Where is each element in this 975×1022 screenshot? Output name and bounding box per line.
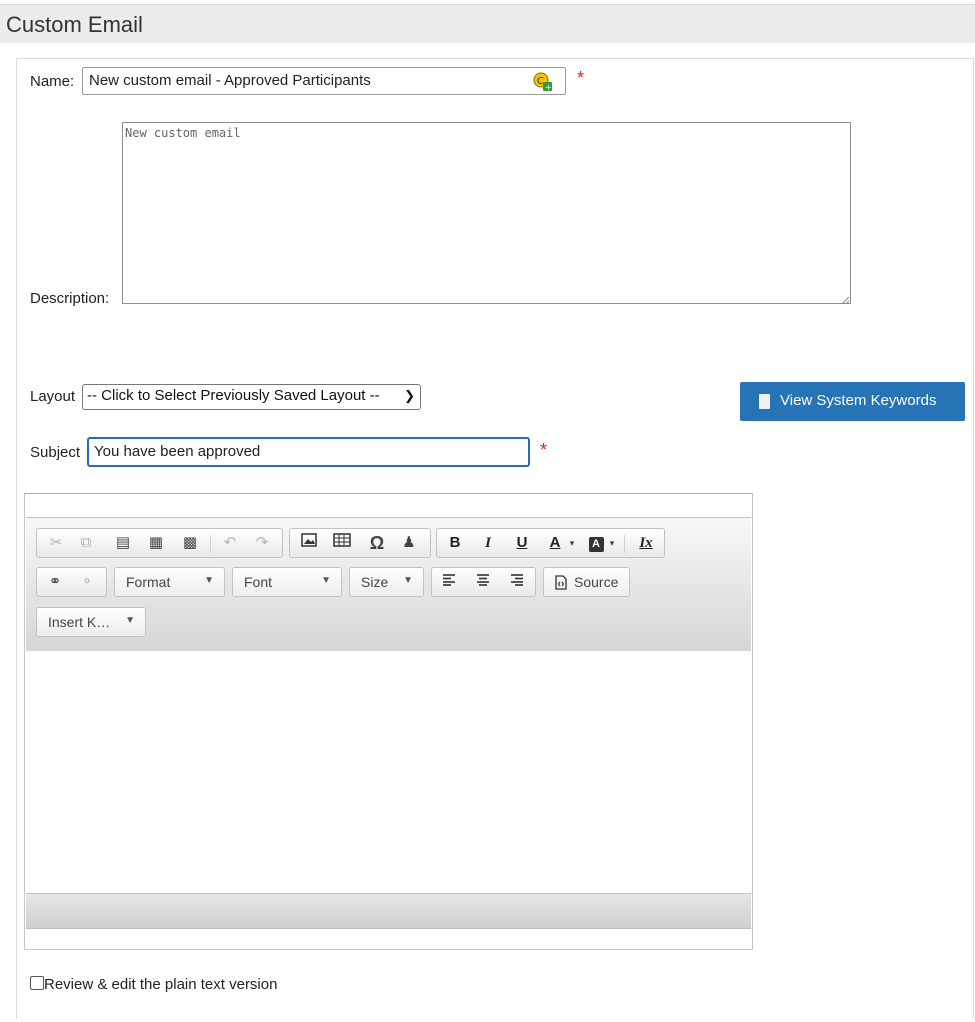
layout-select[interactable]: -- Click to Select Previously Saved Layo… [82,384,421,410]
link-group: ⚭ ⚬ [36,567,107,597]
name-required-mark: * [577,68,585,88]
editor-status-bar [26,893,751,929]
italic-icon[interactable]: I [477,533,499,553]
font-combo[interactable]: Font ▼ [232,567,342,597]
insert-group: Ω ♟ [289,528,431,558]
source-icon [554,575,568,593]
size-combo-label: Size [361,574,389,590]
chevron-down-icon: ❯ [404,388,415,403]
source-button[interactable]: Source [543,567,630,597]
view-system-keywords-label: View System Keywords [780,392,937,409]
name-label: Name: [30,73,75,90]
font-combo-label: Font [244,574,273,590]
page-title: Custom Email [6,12,143,37]
paste-text-icon[interactable]: ▦ [145,533,167,553]
link-icon[interactable]: ⚭ [44,572,66,592]
table-icon[interactable] [331,533,353,553]
document-icon [759,394,770,409]
translate-icon[interactable]: C + [533,72,553,92]
copy-icon[interactable]: ⧉ [75,533,97,553]
undo-icon[interactable]: ↶ [219,533,241,553]
chevron-down-icon: ▼ [403,575,413,586]
editor-content-area[interactable] [26,651,751,893]
anchor-icon[interactable]: ♟ [398,533,420,553]
paste-icon[interactable]: ▤ [112,533,134,553]
image-icon[interactable] [298,533,320,553]
align-right-icon[interactable] [506,572,528,592]
description-label: Description: [30,290,110,307]
page-header: Custom Email [0,4,975,43]
insert-keyword-combo[interactable]: Insert K… ▼ [36,607,146,637]
chevron-down-icon: ▼ [125,615,135,626]
special-char-icon[interactable]: Ω [366,533,388,553]
chevron-down-icon: ▼ [204,575,214,586]
toolbar-separator [210,535,211,553]
align-center-icon[interactable] [472,572,494,592]
underline-icon[interactable]: U [511,533,533,553]
format-combo-label: Format [126,574,171,590]
source-button-label: Source [574,574,619,590]
bold-icon[interactable]: B [444,533,466,553]
cut-icon[interactable]: ✂ [45,533,67,553]
layout-label: Layout [30,388,76,405]
resize-grip-icon[interactable] [840,292,850,305]
name-input[interactable]: New custom email - Approved Participants [82,67,566,95]
subject-input[interactable]: You have been approved [87,437,530,467]
style-group: B I U A ▾ A ▾ Ix [436,528,665,558]
redo-icon[interactable]: ↷ [251,533,273,553]
subject-required-mark: * [540,440,548,460]
description-textarea[interactable]: New custom email [122,122,851,304]
svg-text:+: + [545,83,552,92]
unlink-icon[interactable]: ⚬ [76,572,98,592]
align-left-icon[interactable] [438,572,460,592]
format-combo[interactable]: Format ▼ [114,567,225,597]
chevron-down-icon: ▼ [321,575,331,586]
view-system-keywords-button[interactable]: View System Keywords [740,382,965,421]
layout-selected-value: -- Click to Select Previously Saved Layo… [87,387,380,404]
svg-text:C: C [537,76,544,87]
align-group [431,567,536,597]
paste-word-icon[interactable]: ▩ [179,533,201,553]
insert-keyword-label: Insert K… [48,614,111,630]
plain-text-checkbox-label[interactable]: Review & edit the plain text version [44,976,277,993]
chevron-down-icon[interactable]: ▾ [561,533,583,553]
clipboard-group: ✂ ⧉ ▤ ▦ ▩ ↶ ↷ [36,528,283,558]
subject-label: Subject [30,444,81,461]
chevron-down-icon[interactable]: ▾ [601,533,623,553]
plain-text-checkbox[interactable] [30,976,44,990]
size-combo[interactable]: Size ▼ [349,567,424,597]
toolbar-separator [624,535,625,553]
remove-format-icon[interactable]: Ix [635,533,657,553]
